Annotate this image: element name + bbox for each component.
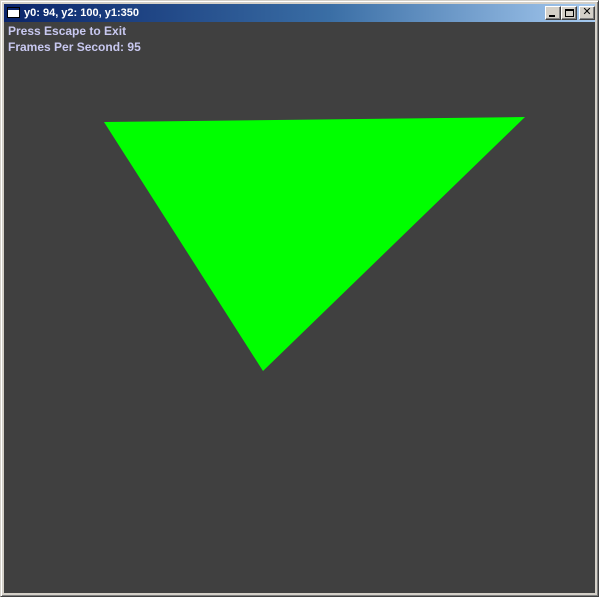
minimize-button[interactable]	[545, 6, 561, 20]
scene	[104, 117, 525, 371]
window-title: y0: 94, y2: 100, y1:350	[24, 7, 139, 19]
close-icon: ✕	[582, 5, 592, 18]
instruction-text: Press Escape to Exit	[8, 24, 127, 38]
app-icon[interactable]	[7, 7, 20, 18]
application-window: y0: 94, y2: 100, y1:350 ✕ Press Escape t…	[0, 0, 599, 597]
fps-label: Frames Per Second:	[8, 40, 125, 54]
close-button[interactable]: ✕	[579, 6, 595, 20]
title-bar[interactable]: y0: 94, y2: 100, y1:350 ✕	[4, 4, 595, 22]
maximize-icon	[565, 9, 574, 17]
minimize-icon	[549, 15, 555, 17]
fps-value: 95	[127, 40, 141, 54]
fps-readout: Frames Per Second: 95	[8, 40, 141, 54]
maximize-button[interactable]	[561, 6, 577, 20]
green-triangle	[104, 117, 525, 371]
render-canvas[interactable]: Press Escape to Exit Frames Per Second: …	[4, 22, 595, 593]
